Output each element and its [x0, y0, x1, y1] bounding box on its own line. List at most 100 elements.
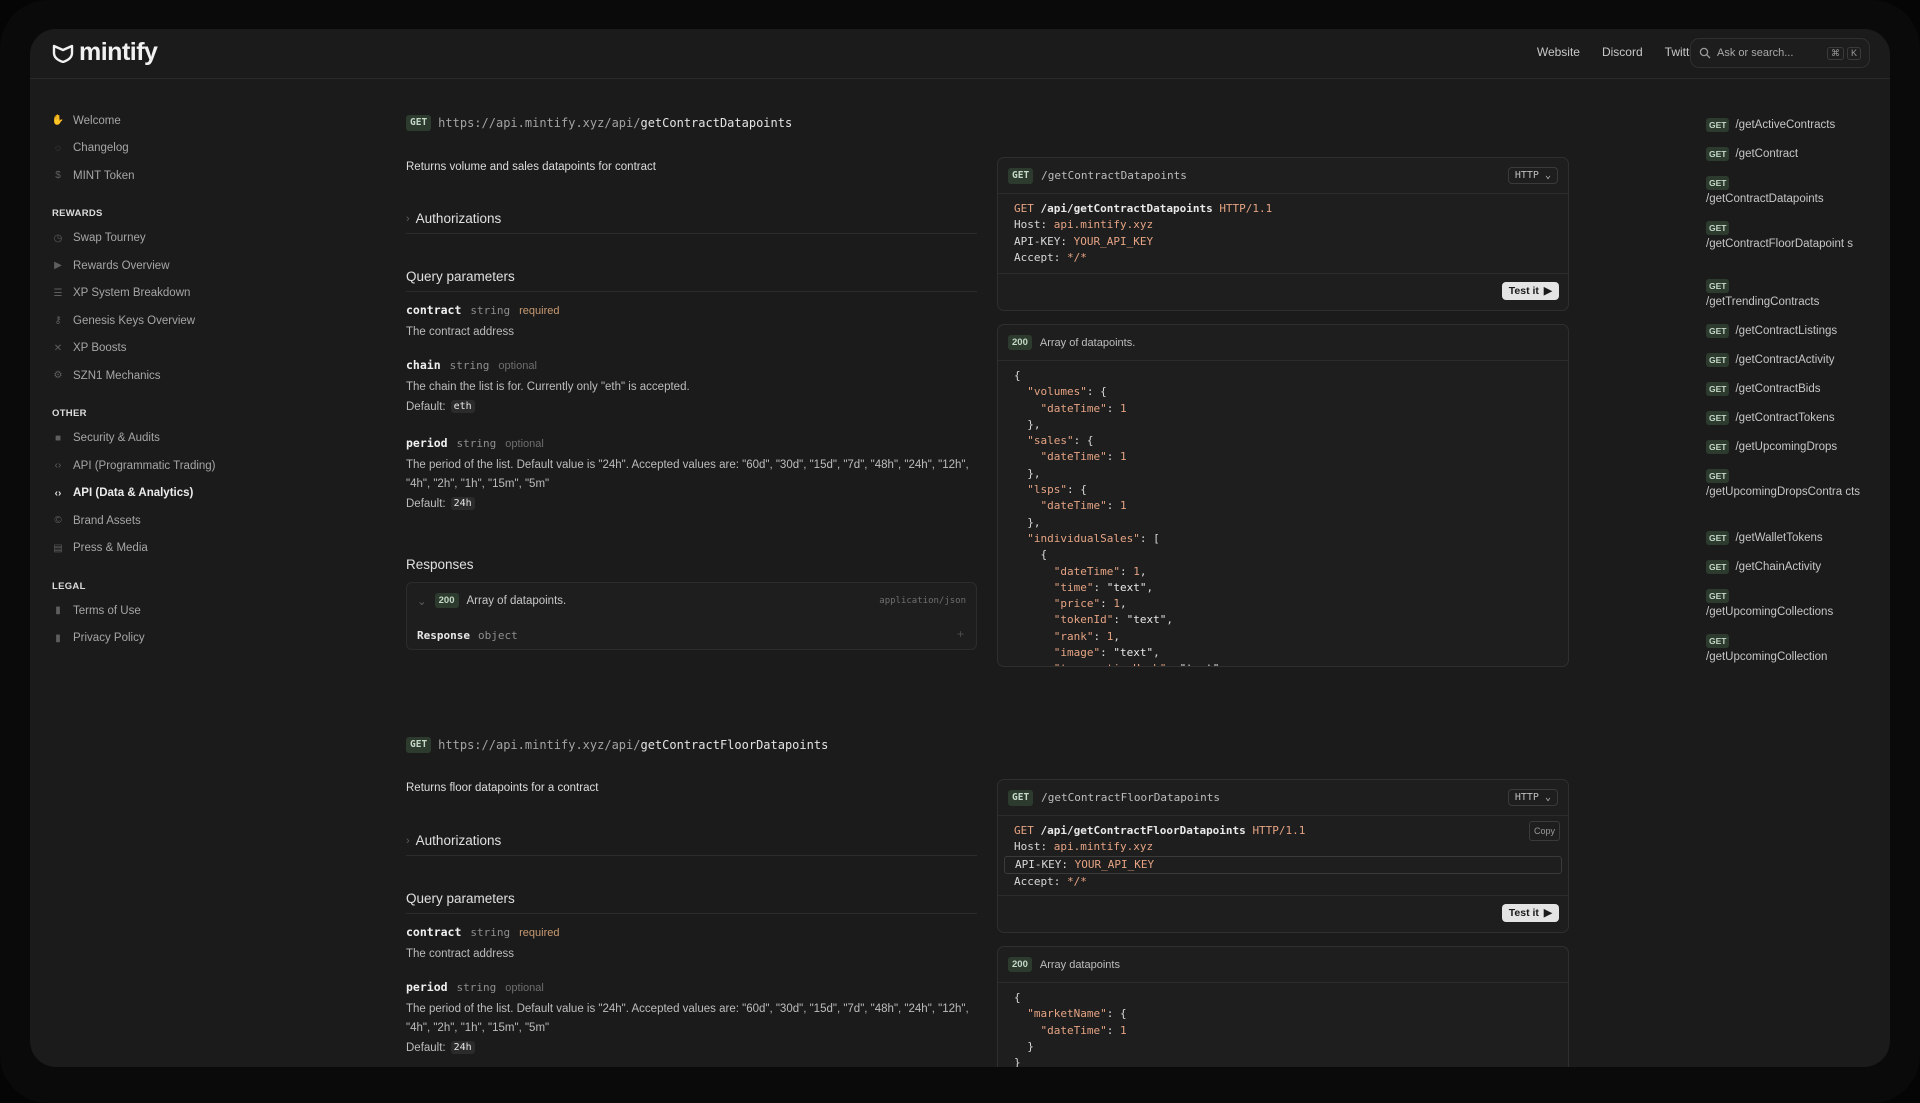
toc-item[interactable]: GET/getTrendingContracts	[1706, 279, 1866, 310]
language-label: HTTP	[1514, 792, 1539, 803]
sidebar-item-brand-assets[interactable]: © Brand Assets	[52, 507, 312, 535]
sidebar-item-mint-token[interactable]: $ MINT Token	[52, 162, 312, 190]
sidebar-item-genesis-keys[interactable]: ⚷ Genesis Keys Overview	[52, 307, 312, 335]
content-type: application/json	[879, 596, 966, 606]
toc-item[interactable]: GET/getContractDatapoints	[1706, 176, 1866, 207]
param-description: The contract address	[406, 326, 515, 338]
sidebar-item-api-data[interactable]: ‹› API (Data & Analytics)	[52, 480, 312, 508]
logo[interactable]: mintify	[52, 38, 158, 67]
nav-link-website[interactable]: Website	[1537, 45, 1580, 59]
code-line: "marketName": {	[1027, 1007, 1127, 1021]
toc-item[interactable]: GET/getContractBids	[1706, 382, 1866, 397]
response-accordion[interactable]: ⌄ 200 Array of datapoints. application/j…	[406, 582, 977, 650]
header-value: */*	[1066, 874, 1087, 888]
toc-item[interactable]: GET/getContractActivity	[1706, 353, 1866, 368]
param-type: string	[470, 304, 511, 317]
code-line: {	[1014, 369, 1021, 382]
test-it-button[interactable]: Test it ▶	[1501, 904, 1559, 922]
top-navbar: mintify Website Discord Twitter Ask or s…	[30, 29, 1890, 79]
param-name: period	[406, 980, 448, 994]
param-default: Default: eth	[406, 400, 977, 413]
url-path: getContractFloorDatapoints	[640, 738, 829, 752]
toc-label: /getUpcomingCollections	[1706, 606, 1834, 618]
sidebar-item-label: SZN1 Mechanics	[73, 369, 161, 382]
sidebar-item-api-trading[interactable]: ‹› API (Programmatic Trading)	[52, 452, 312, 480]
key-icon: ⚷	[54, 315, 62, 327]
sidebar-item-label: API (Data & Analytics)	[73, 487, 194, 500]
sidebar-item-label: Rewards Overview	[73, 259, 170, 272]
query-params-title: Query parameters	[406, 891, 977, 914]
url-base: https://api.mintify.xyz/api/	[438, 738, 641, 752]
search-box[interactable]: Ask or search... ⌘ K	[1690, 38, 1870, 68]
nav-links: Website Discord Twitter	[1537, 45, 1700, 59]
sidebar-item-changelog[interactable]: ◌ Changelog	[52, 135, 312, 163]
default-label: Default:	[406, 497, 446, 510]
param-required-flag: required	[519, 305, 560, 317]
code-line: }	[1014, 1056, 1021, 1067]
toc-item[interactable]: GET/getActiveContracts	[1706, 118, 1866, 133]
toc-item[interactable]: GET/getUpcomingDropsContra cts	[1706, 469, 1866, 500]
sidebar-item-terms[interactable]: ▮ Terms of Use	[52, 597, 312, 625]
default-label: Default:	[406, 400, 446, 413]
response-panel: 200 Array datapoints { "marketName": { "…	[997, 946, 1569, 1067]
sidebar-item-xp-system[interactable]: ☰ XP System Breakdown	[52, 280, 312, 308]
language-select[interactable]: HTTP ⌄	[1507, 789, 1558, 806]
toc-item[interactable]: GET/getChainActivity	[1706, 560, 1866, 575]
sidebar-item-label: Security & Audits	[73, 432, 160, 445]
sidebar-item-label: Swap Tourney	[73, 232, 146, 245]
test-it-label: Test it	[1508, 907, 1539, 919]
sidebar-item-privacy[interactable]: ▮ Privacy Policy	[52, 625, 312, 653]
plus-icon[interactable]: +	[957, 627, 964, 641]
method-badge: GET	[1706, 147, 1730, 161]
toc-item[interactable]: GET/getUpcomingCollection	[1706, 634, 1866, 665]
response-field-name: Response	[417, 629, 470, 642]
app-window: mintify Website Discord Twitter Ask or s…	[30, 29, 1890, 1067]
code-line: {	[1014, 548, 1048, 562]
response-text: Array of datapoints.	[1039, 336, 1136, 349]
method-badge: GET	[1706, 469, 1730, 483]
toc-item[interactable]: GET/getContractListings	[1706, 324, 1866, 339]
method-badge: GET	[1706, 634, 1730, 648]
endpoint-url[interactable]: GET https://api.mintify.xyz/api/getContr…	[406, 115, 792, 131]
sidebar-item-label: XP Boosts	[73, 342, 127, 355]
endpoint-url[interactable]: GET https://api.mintify.xyz/api/getContr…	[406, 737, 828, 753]
toc-item[interactable]: GET/getContractTokens	[1706, 411, 1866, 426]
toc-item[interactable]: GET/getContract	[1706, 147, 1866, 162]
nav-link-discord[interactable]: Discord	[1602, 45, 1643, 59]
default-value: 24h	[450, 497, 475, 510]
default-value: 24h	[450, 1041, 475, 1054]
sidebar-item-swap-tourney[interactable]: ◷ Swap Tourney	[52, 225, 312, 253]
language-label: HTTP	[1514, 170, 1539, 181]
mintify-logo-icon	[52, 44, 74, 63]
method-badge: GET	[1706, 440, 1730, 454]
toc-item[interactable]: GET/getContractFloorDatapoint s	[1706, 221, 1866, 252]
sidebar-item-xp-boosts[interactable]: ✕ XP Boosts	[52, 335, 312, 363]
code-line: "volumes": {	[1027, 385, 1107, 399]
test-it-button[interactable]: Test it ▶	[1501, 282, 1559, 300]
param-description: The period of the list. Default value is…	[406, 1003, 969, 1034]
toc-label: /getContractFloorDatapoint s	[1706, 238, 1854, 250]
header-value: YOUR_API_KEY	[1074, 857, 1155, 871]
sidebar-item-welcome[interactable]: ✋ Welcome	[52, 107, 312, 135]
header-value: YOUR_API_KEY	[1073, 234, 1154, 248]
authorizations-toggle[interactable]: › Authorizations	[406, 211, 977, 234]
authorizations-label: Authorizations	[415, 833, 502, 848]
code-line: "time": "text",	[1053, 580, 1154, 594]
sidebar-item-rewards-overview[interactable]: ▶ Rewards Overview	[52, 252, 312, 280]
code-line: "price": 1,	[1053, 597, 1127, 611]
code-line: "tokenId": "text",	[1053, 613, 1173, 627]
sidebar-item-press-media[interactable]: ▤ Press & Media	[52, 535, 312, 563]
param-type: string	[470, 926, 511, 939]
language-select[interactable]: HTTP ⌄	[1507, 167, 1558, 184]
header-key: Host:	[1014, 218, 1048, 232]
brand-name: mintify	[79, 38, 158, 66]
sidebar-item-security[interactable]: ■ Security & Audits	[52, 425, 312, 453]
copy-button[interactable]: Copy	[1528, 821, 1560, 842]
response-json: { "marketName": { "dateTime": 1 }}	[998, 983, 1568, 1067]
toc-item[interactable]: GET/getUpcomingCollections	[1706, 589, 1866, 620]
toc-item[interactable]: GET/getWalletTokens	[1706, 531, 1866, 546]
sidebar-item-szn1-mechanics[interactable]: ⚙ SZN1 Mechanics	[52, 362, 312, 390]
play-icon: ▶	[1543, 907, 1552, 919]
toc-item[interactable]: GET/getUpcomingDrops	[1706, 440, 1866, 455]
authorizations-toggle[interactable]: › Authorizations	[406, 833, 977, 856]
